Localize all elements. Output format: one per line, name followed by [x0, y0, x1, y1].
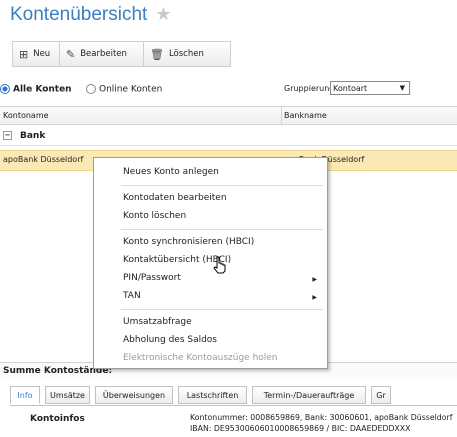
grouping-select-value: Kontoart — [333, 83, 368, 93]
info-details: Kontonummer: 0008659869, Bank: 30060601,… — [190, 413, 452, 433]
column-header-bank[interactable]: Bankname — [284, 111, 327, 120]
menu-item-edit-account[interactable]: Kontodaten bearbeiten — [123, 193, 227, 203]
grouping-label: Gruppierung — [284, 84, 335, 93]
tab-divider — [10, 405, 457, 406]
group-row-label: − Bank — [3, 131, 45, 141]
menu-item-pin-password[interactable]: PIN/Passwort — [123, 273, 181, 283]
grouping-select[interactable]: Kontoart ▼ — [330, 81, 410, 95]
new-button[interactable]: ⊞ Neu — [13, 42, 60, 66]
menu-separator — [121, 229, 323, 230]
info-line-account: Kontonummer: 0008659869, Bank: 30060601,… — [190, 413, 453, 422]
tab-transfers[interactable]: Überweisungen — [95, 386, 173, 404]
trash-icon: 🗑 — [150, 47, 164, 61]
tab-info[interactable]: Info — [10, 386, 40, 404]
info-label: Kontoinfos — [30, 414, 85, 424]
tab-more[interactable]: Gr — [371, 386, 391, 404]
radio-all-accounts-label: Alle Konten — [13, 84, 72, 95]
account-name-cell: apoBank Düsseldorf — [3, 155, 84, 164]
edit-button[interactable]: ✎ Bearbeiten — [60, 42, 144, 66]
menu-item-fetch-balance[interactable]: Abholung des Saldos — [123, 335, 217, 345]
menu-item-fetch-statements: Elektronische Kontoauszüge holen — [123, 353, 278, 363]
delete-button[interactable]: 🗑 Löschen — [144, 42, 220, 66]
page-title-text: Kontenübersicht — [10, 4, 148, 25]
grid-header: Kontoname Bankname — [0, 106, 457, 125]
column-divider[interactable] — [281, 107, 282, 124]
radio-online-accounts[interactable]: Online Konten — [86, 84, 162, 95]
edit-button-label: Bearbeiten — [80, 49, 127, 59]
hand-cursor-icon — [213, 256, 226, 274]
tab-standing-orders[interactable]: Termin-/Daueraufträge — [252, 386, 366, 404]
toolbar: ⊞ Neu ✎ Bearbeiten 🗑 Löschen — [12, 41, 231, 67]
chevron-down-icon: ▼ — [399, 84, 405, 92]
edit-icon: ✎ — [66, 47, 76, 61]
group-row-bank[interactable]: − Bank — [0, 127, 457, 146]
tab-transactions[interactable]: Umsätze — [45, 386, 90, 404]
filter-bar: Alle Konten Online Konten Gruppierung Ko… — [0, 79, 457, 99]
radio-all-accounts[interactable]: Alle Konten — [0, 84, 72, 95]
tab-direct-debits[interactable]: Lastschriften — [178, 386, 247, 404]
new-button-label: Neu — [33, 49, 51, 59]
menu-item-delete-account[interactable]: Konto löschen — [123, 211, 186, 221]
menu-separator — [121, 309, 323, 310]
detail-tabs: Info Umsätze Überweisungen Lastschriften… — [10, 386, 396, 406]
menu-item-sync-hbci[interactable]: Konto synchronisieren (HBCI) — [123, 237, 254, 247]
menu-item-transaction-query[interactable]: Umsatzabfrage — [123, 317, 192, 327]
page-title: Kontenübersicht ★ — [10, 4, 171, 26]
radio-online-accounts-label: Online Konten — [99, 84, 163, 95]
column-header-account[interactable]: Kontoname — [3, 111, 49, 120]
radio-all-accounts-indicator[interactable] — [0, 84, 10, 94]
group-label: Bank — [20, 131, 46, 141]
submenu-arrow-icon: ▶ — [312, 276, 317, 283]
collapse-icon[interactable]: − — [3, 131, 12, 140]
star-icon[interactable]: ★ — [155, 4, 171, 24]
delete-button-label: Löschen — [168, 49, 204, 59]
radio-online-accounts-indicator[interactable] — [86, 84, 96, 94]
menu-item-new-account[interactable]: Neues Konto anlegen — [123, 167, 219, 177]
menu-item-tan[interactable]: TAN — [123, 291, 141, 301]
info-line-iban: IBAN: DE95300606010008659869 / BIC: DAAE… — [190, 424, 411, 433]
context-menu: Neues Konto anlegen Kontodaten bearbeite… — [93, 157, 328, 369]
new-document-icon: ⊞ — [19, 47, 29, 61]
submenu-arrow-icon: ▶ — [312, 294, 317, 301]
menu-separator — [121, 185, 323, 186]
